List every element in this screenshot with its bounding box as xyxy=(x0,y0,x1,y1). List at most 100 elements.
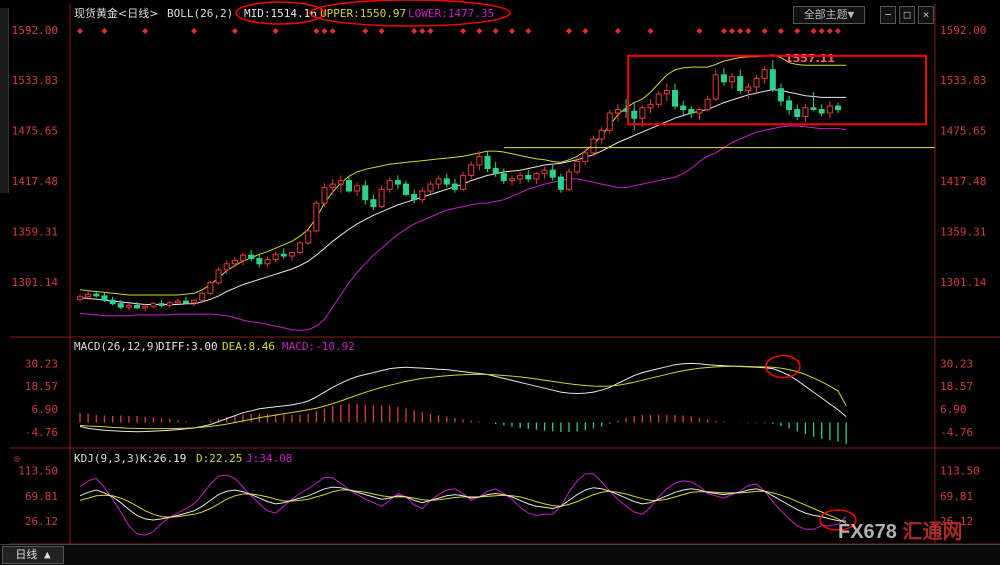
kdj-tick-right: 69.81 xyxy=(940,490,973,503)
candle-up xyxy=(533,173,540,180)
price-tick-right: 1475.65 xyxy=(940,125,986,138)
boll-upper-value: UPPER:1550.97 xyxy=(320,7,406,20)
signal-marker xyxy=(329,28,336,34)
candle-up xyxy=(191,299,198,304)
macd-tick-right: -4.76 xyxy=(940,426,973,439)
signal-marker xyxy=(720,28,727,34)
kdj-tick-left: 113.50 xyxy=(18,465,58,478)
candle-up xyxy=(174,300,181,304)
signal-marker xyxy=(835,28,841,34)
macd-cross-circle xyxy=(765,354,801,379)
candle-down xyxy=(688,109,695,114)
candle-up xyxy=(639,107,646,119)
period-tab-daily[interactable]: 日线 ▲ xyxy=(2,546,64,564)
candle-up xyxy=(337,180,344,185)
candle-up xyxy=(166,302,173,306)
candle-up xyxy=(663,89,670,95)
signal-marker xyxy=(272,28,279,34)
price-tick-left: 1533.83 xyxy=(12,74,58,87)
macd-panel xyxy=(79,354,847,444)
candle-down xyxy=(500,173,507,182)
candle-down xyxy=(182,300,189,304)
chart-title: 现货黄金<日线> xyxy=(74,6,158,20)
signal-marker xyxy=(492,28,499,34)
signal-marker xyxy=(321,28,328,34)
candle-down xyxy=(443,178,450,185)
kdj-k-value: K:26.19 xyxy=(140,452,186,465)
macd-tick-left: 6.90 xyxy=(32,403,59,416)
kdj-indicator-label: KDJ(9,3,3) xyxy=(74,452,140,465)
signal-marker xyxy=(761,28,768,34)
candle-down xyxy=(492,167,499,175)
kdj-panel xyxy=(79,473,857,536)
candle-down xyxy=(280,253,287,257)
macd-tick-left: 30.23 xyxy=(25,357,58,370)
candle-up xyxy=(598,129,605,140)
price-annotations: 1557.11 xyxy=(503,52,935,149)
macd-tick-left: -4.76 xyxy=(25,426,58,439)
candle-down xyxy=(680,105,687,111)
signal-marker xyxy=(508,28,515,34)
candle-down xyxy=(117,303,124,308)
signal-marker xyxy=(818,28,825,34)
boll-mid-line xyxy=(79,89,847,305)
candle-up xyxy=(313,202,320,232)
price-tick-right: 1592.00 xyxy=(940,24,986,37)
candle-up xyxy=(378,188,385,208)
candle-up xyxy=(696,109,703,114)
signal-marker xyxy=(378,28,385,34)
candle-up xyxy=(288,252,295,257)
candle-down xyxy=(93,293,100,297)
candle-up xyxy=(582,152,589,163)
candle-up xyxy=(476,155,483,166)
candle-up xyxy=(150,303,157,307)
kdj-k-line xyxy=(79,486,847,522)
signal-marker xyxy=(794,28,801,34)
candle-up xyxy=(329,183,336,189)
macd-dea-line xyxy=(79,365,847,430)
signal-marker xyxy=(231,28,238,34)
macd-tick-right: 30.23 xyxy=(940,357,973,370)
high-price-label: 1557.11 xyxy=(785,52,835,65)
signal-marker xyxy=(476,28,483,34)
signal-marker xyxy=(566,28,573,34)
fx678-logo-cn: 汇通网 xyxy=(902,521,963,543)
signal-marker xyxy=(647,28,654,34)
candle-up xyxy=(508,178,516,182)
macd-dea-value: DEA:8.46 xyxy=(222,340,275,353)
candle-up xyxy=(231,259,238,265)
signal-marker xyxy=(142,28,149,34)
price-tick-left: 1301.14 xyxy=(12,276,59,289)
gold-daily-chart[interactable]: 现货黄金<日线> BOLL(26,2) MID:1514.16 UPPER:15… xyxy=(0,0,1000,564)
kdj-d-value: D:22.25 xyxy=(196,452,242,465)
boll-lower-value: LOWER:1477.35 xyxy=(408,7,494,20)
signal-marker xyxy=(362,28,369,34)
macd-diff-value: DIFF:3.00 xyxy=(158,340,218,353)
candle-up xyxy=(321,187,328,204)
price-tick-right: 1417.48 xyxy=(940,175,986,188)
candle-up xyxy=(468,164,475,176)
signal-markers xyxy=(77,28,841,34)
signal-marker xyxy=(745,28,752,34)
candle-up xyxy=(590,138,597,154)
fx678-logo: FX678 汇通网 xyxy=(838,515,963,544)
candle-down xyxy=(777,88,784,102)
price-tick-right: 1359.31 xyxy=(940,225,986,238)
bottom-bar xyxy=(0,544,1000,565)
signal-marker xyxy=(826,28,833,34)
candle-down xyxy=(362,185,369,201)
candle-up xyxy=(826,105,833,114)
candle-up xyxy=(655,93,662,105)
period-tab-label: 日线 ▲ xyxy=(15,548,51,561)
candle-up xyxy=(85,293,92,298)
candle-up xyxy=(802,107,809,117)
candle-up xyxy=(541,169,548,175)
kdj-settings-icon[interactable]: ⊙ xyxy=(14,454,20,465)
macd-tick-left: 18.57 xyxy=(25,380,58,393)
candle-up xyxy=(647,103,654,109)
candle-up xyxy=(606,112,613,131)
candle-up xyxy=(704,98,711,111)
candle-up xyxy=(712,74,719,100)
candle-up xyxy=(419,190,426,201)
candle-up xyxy=(354,185,361,192)
